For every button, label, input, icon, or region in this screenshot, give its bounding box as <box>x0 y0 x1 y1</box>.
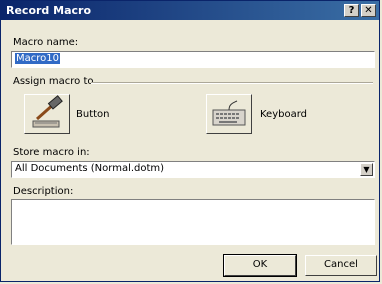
keyboard-icon <box>212 100 246 126</box>
group-divider <box>91 82 373 84</box>
description-input[interactable] <box>11 199 375 245</box>
close-button[interactable]: ✕ <box>361 4 376 17</box>
record-macro-dialog: Record Macro ? ✕ Macro name: Macro10 Ass… <box>0 0 380 282</box>
title-bar: Record Macro ? ✕ <box>1 1 379 20</box>
macro-name-input[interactable]: Macro10 <box>11 51 375 68</box>
help-button[interactable]: ? <box>344 4 359 17</box>
description-label: Description: <box>13 186 74 197</box>
ok-button[interactable]: OK <box>223 254 297 277</box>
macro-name-label: Macro name: <box>13 37 79 48</box>
keyboard-option-label: Keyboard <box>260 109 308 120</box>
button-option-label: Button <box>76 109 110 120</box>
assign-macro-label: Assign macro to <box>13 76 94 87</box>
cancel-button[interactable]: Cancel <box>305 255 377 276</box>
chevron-down-icon[interactable]: ▼ <box>360 163 373 176</box>
assign-button-option[interactable] <box>24 94 70 134</box>
macro-name-value: Macro10 <box>15 53 60 64</box>
dialog-title: Record Macro <box>6 4 92 17</box>
store-macro-label: Store macro in: <box>13 147 90 158</box>
store-macro-select[interactable]: All Documents (Normal.dotm) ▼ <box>11 161 375 178</box>
hammer-icon <box>32 95 63 128</box>
assign-keyboard-option[interactable] <box>206 94 252 134</box>
store-macro-value: All Documents (Normal.dotm) <box>15 163 165 174</box>
